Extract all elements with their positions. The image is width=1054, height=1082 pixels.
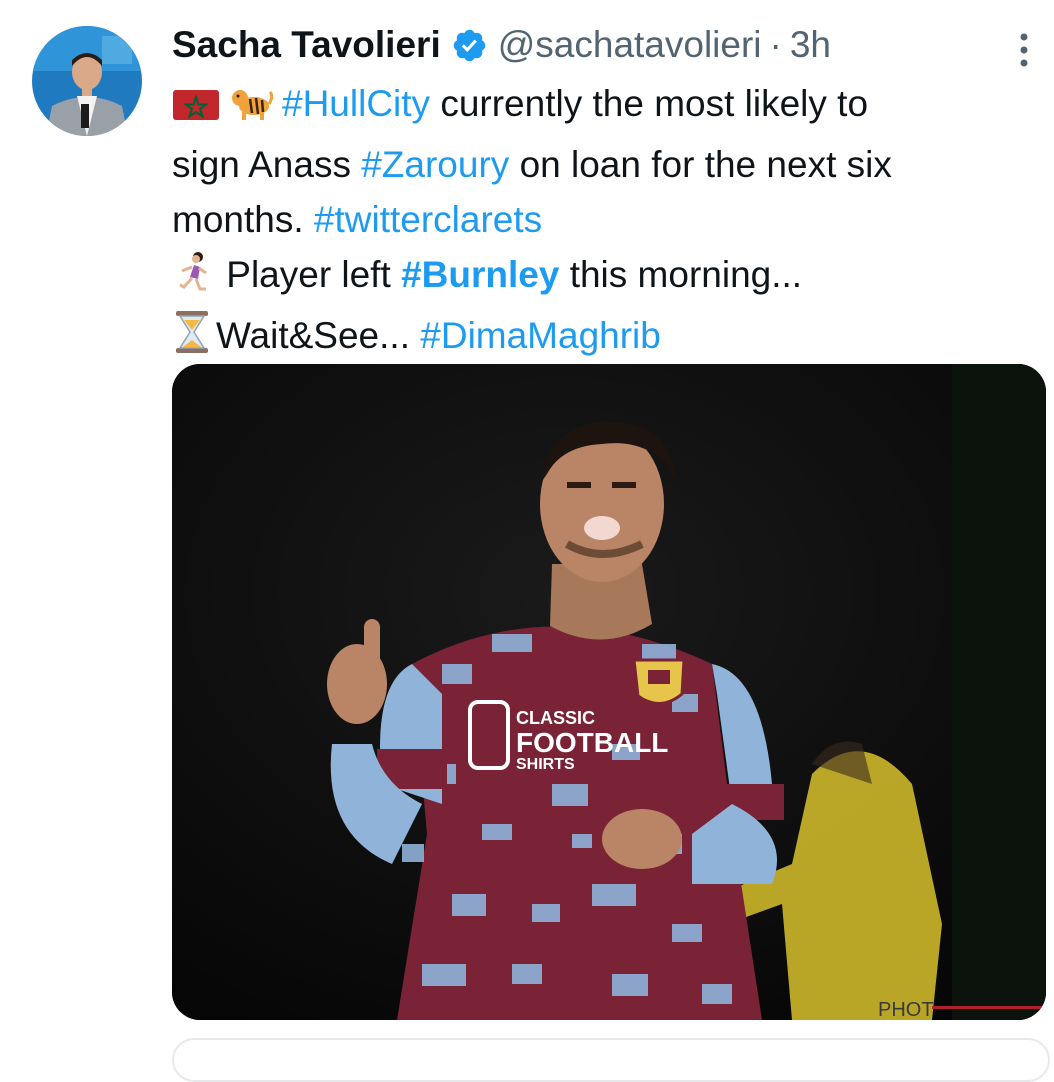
tweet-line-2-text-before: sign Anass — [172, 144, 362, 185]
hashtag-twitterclarets[interactable]: #twitterclarets — [314, 199, 542, 240]
tiger-icon — [230, 82, 274, 137]
tweet-line-4-text-before: Player left — [216, 254, 402, 295]
hashtag-dimamaghrib[interactable]: #DimaMaghrib — [420, 315, 661, 356]
tweet-text: #HullCity currently the most likely to s… — [172, 76, 1032, 369]
shirt-text-3: SHIRTS — [516, 756, 575, 773]
hashtag-hullcity[interactable]: #HullCity — [282, 83, 430, 124]
hashtag-zaroury[interactable]: #Zaroury — [361, 144, 509, 185]
running-woman-icon — [172, 251, 216, 308]
more-vertical-icon[interactable] — [1006, 30, 1042, 70]
tweet-line-1-text: currently the most likely to — [430, 83, 869, 124]
tweet-line-4: Player left #Burnley this morning... — [172, 247, 1032, 308]
header-separator: · — [769, 24, 782, 65]
shirt-text-1: CLASSIC — [516, 708, 595, 728]
tweet-timestamp[interactable]: 3h — [790, 24, 831, 66]
tweet-line-3-text: months. — [172, 199, 314, 240]
morocco-flag-icon — [172, 82, 222, 137]
author-avatar[interactable] — [32, 26, 142, 136]
tweet-line-1: #HullCity currently the most likely to — [172, 76, 1032, 137]
quoted-card-edge — [172, 1038, 1050, 1082]
hashtag-burnley-label: #Burnley — [401, 254, 560, 295]
author-display-name[interactable]: Sacha Tavolieri — [172, 24, 441, 66]
author-handle[interactable]: @sachatavolieri — [498, 24, 762, 66]
tweet-line-5-text: Wait&See... — [216, 315, 421, 356]
tweet-line-2-text-after: on loan for the next six — [509, 144, 892, 185]
tweet-media-photo[interactable]: CLASSIC FOOTBALL SHIRTS PHOT — [172, 364, 1046, 1020]
tweet-line-2: sign Anass #Zaroury on loan for the next… — [172, 137, 1032, 192]
photo-watermark: PHOT — [878, 999, 934, 1020]
tweet-line-5: Wait&See... #DimaMaghrib — [172, 308, 1032, 369]
tweet-line-3: months. #twitterclarets — [172, 192, 1032, 247]
tweet-line-4-text-after: this morning... — [559, 254, 803, 295]
tweet-header: Sacha Tavolieri @sachatavolieri · 3h — [172, 18, 831, 72]
verified-badge-icon[interactable] — [451, 27, 488, 64]
shirt-text-2: FOOTBALL — [516, 727, 668, 758]
hashtag-burnley[interactable]: #Burnley — [401, 254, 559, 295]
hourglass-icon — [172, 310, 212, 369]
